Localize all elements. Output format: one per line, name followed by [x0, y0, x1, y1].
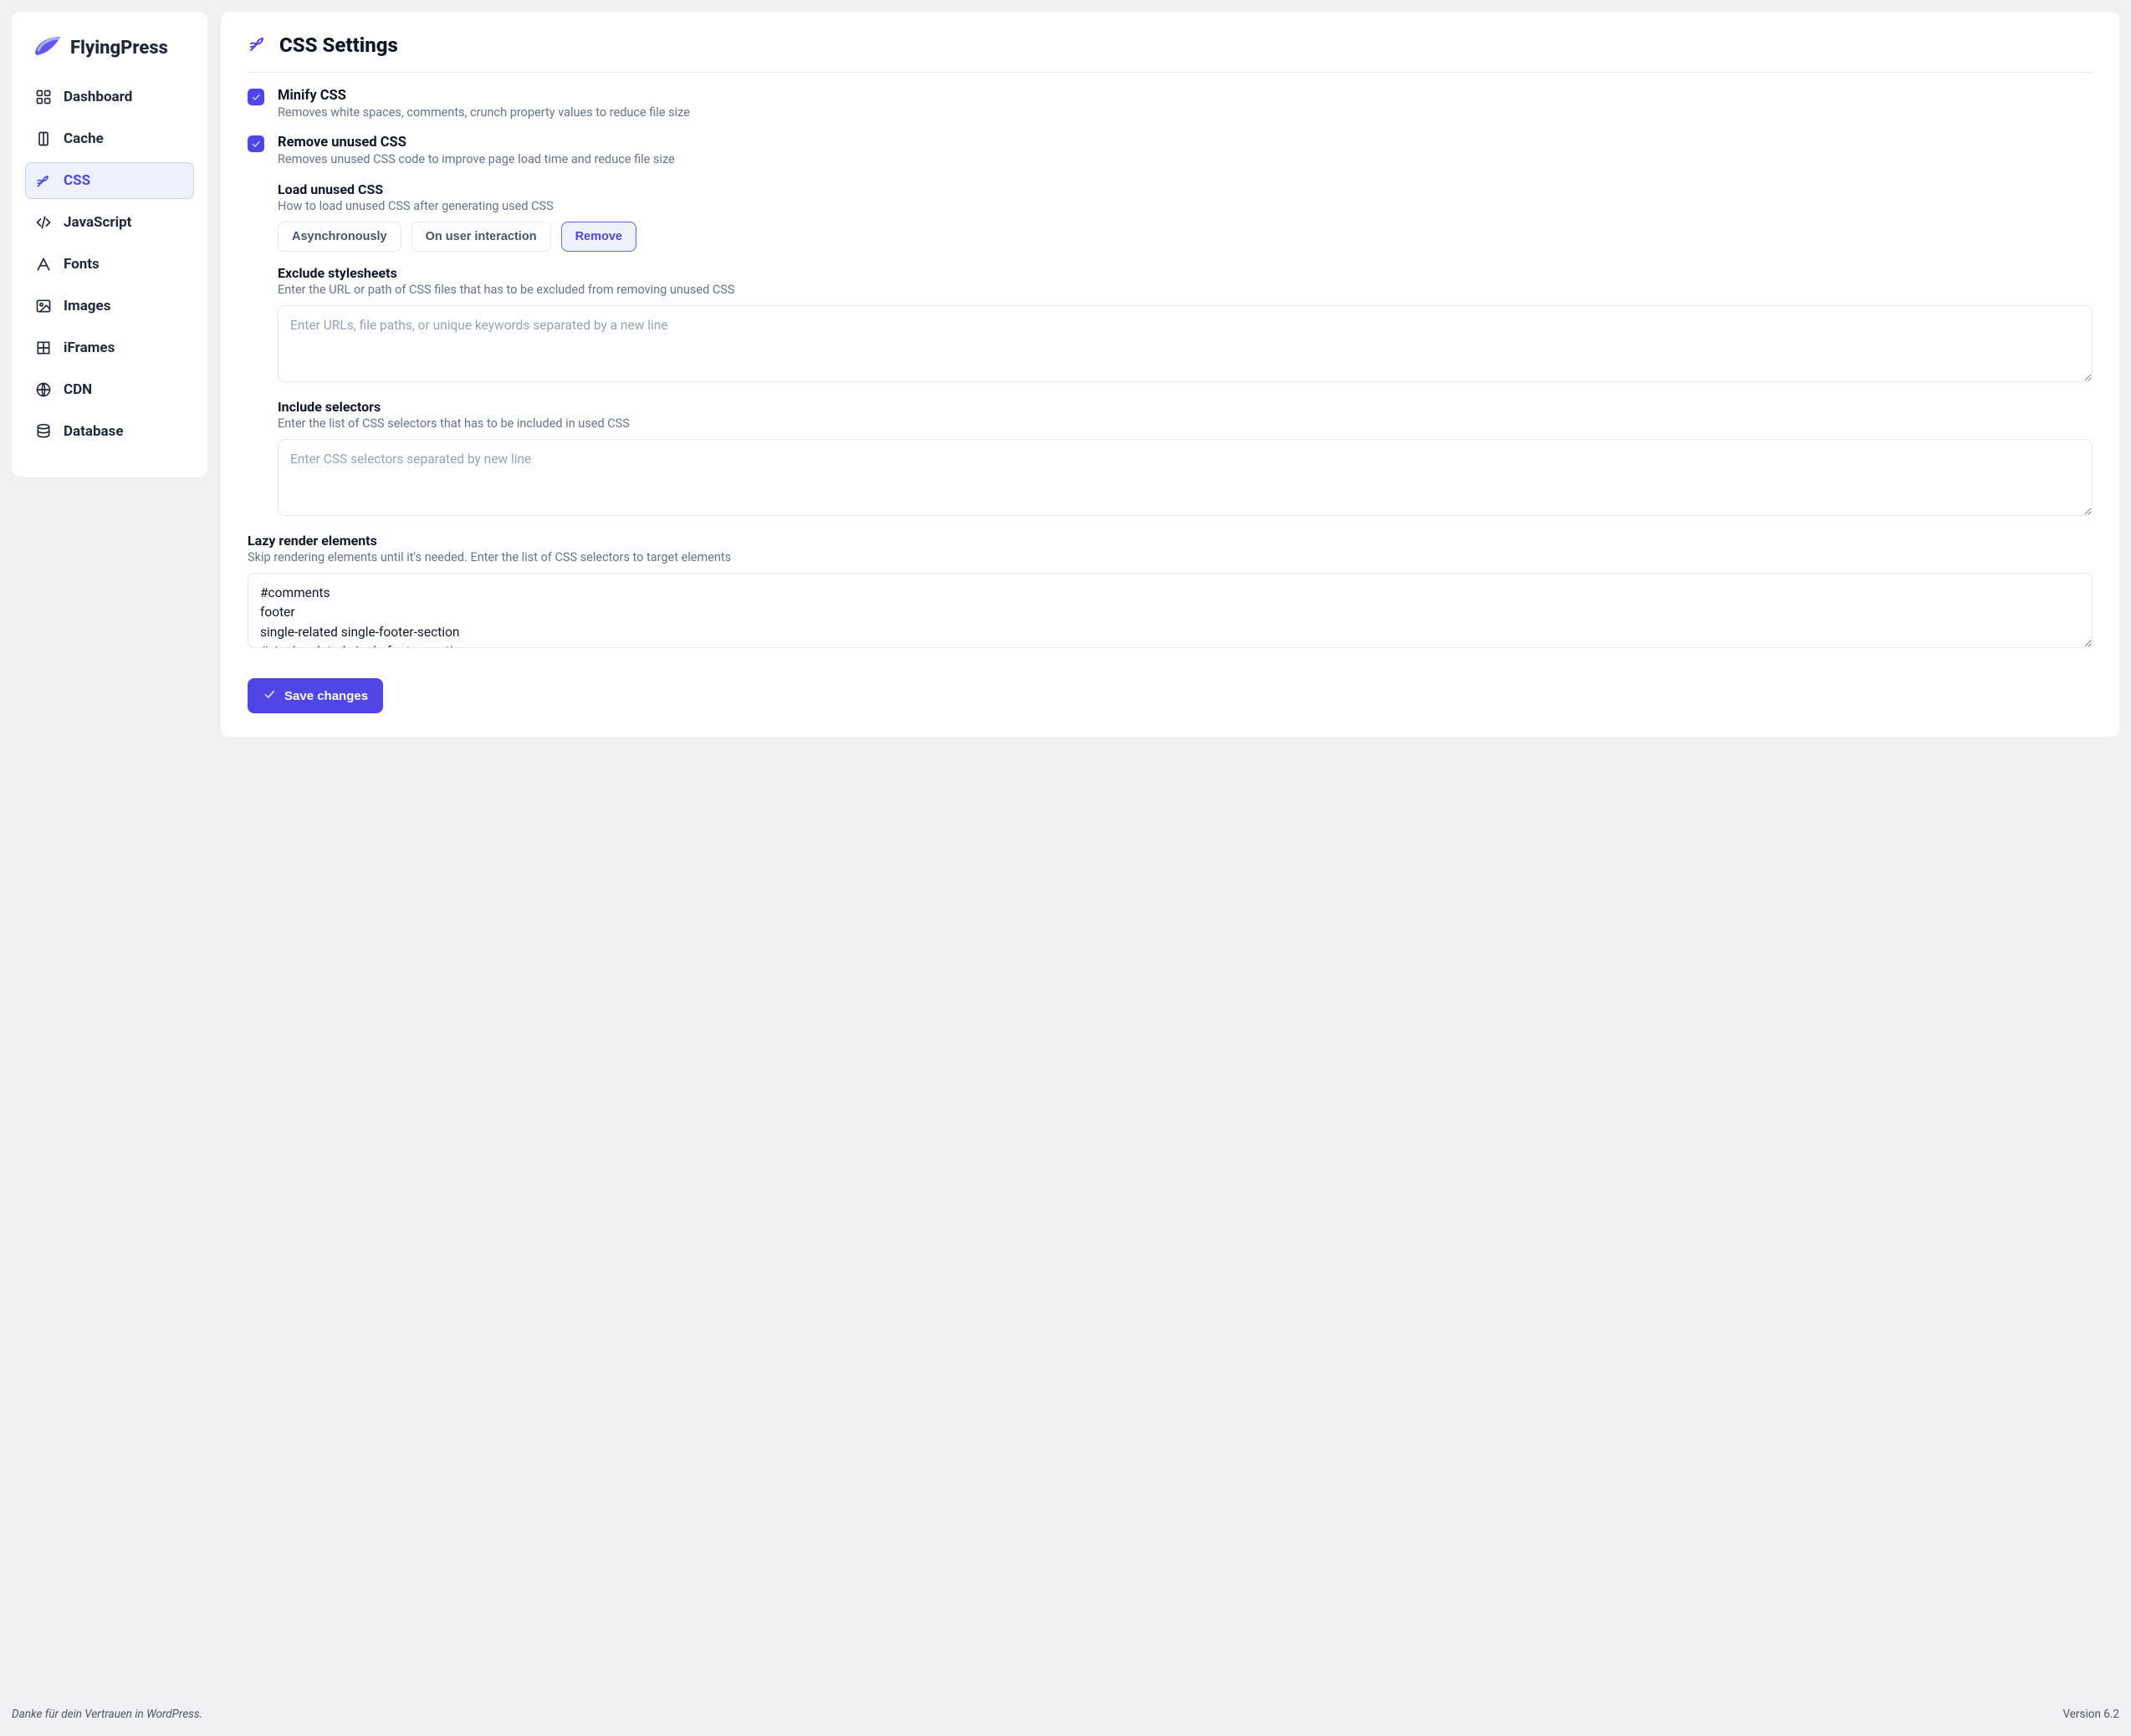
sidebar-item-css[interactable]: CSS: [25, 162, 194, 199]
save-button-label: Save changes: [284, 689, 368, 703]
sidebar-item-label: Images: [64, 298, 110, 314]
include-block: Include selectors Enter the list of CSS …: [278, 399, 2093, 519]
sidebar-item-label: Database: [64, 423, 124, 440]
brand-name: FlyingPress: [70, 38, 168, 59]
load-unused-desc: How to load unused CSS after generating …: [278, 199, 2093, 213]
sidebar-item-database[interactable]: Database: [25, 413, 194, 450]
setting-minify: Minify CSS Removes white spaces, comment…: [248, 88, 2093, 120]
sidebar-item-label: Fonts: [64, 256, 100, 273]
option-asynchronously[interactable]: Asynchronously: [278, 222, 401, 252]
minify-checkbox[interactable]: [248, 89, 264, 105]
sidebar-item-label: Dashboard: [64, 89, 132, 105]
lazy-desc: Skip rendering elements until it's neede…: [248, 550, 2093, 564]
footer: Danke für dein Vertrauen in WordPress. V…: [0, 1696, 2131, 1731]
load-unused-options: Asynchronously On user interaction Remov…: [278, 222, 2093, 252]
js-icon: [35, 214, 52, 231]
footer-version: Version 6.2: [2062, 1708, 2119, 1721]
css-icon: [35, 172, 52, 189]
option-remove[interactable]: Remove: [561, 222, 636, 252]
sidebar-item-label: iFrames: [64, 340, 115, 356]
sidebar-item-fonts[interactable]: Fonts: [25, 246, 194, 283]
exclude-desc: Enter the URL or path of CSS files that …: [278, 283, 2093, 297]
minify-title: Minify CSS: [278, 88, 2093, 104]
footer-thanks: Danke für dein Vertrauen in WordPress.: [12, 1708, 202, 1721]
exclude-textarea[interactable]: [278, 305, 2093, 382]
check-icon: [263, 687, 276, 704]
sidebar-nav: Dashboard Cache CSS JavaScript: [25, 79, 194, 450]
include-textarea[interactable]: [278, 439, 2093, 516]
sidebar-item-label: CSS: [64, 172, 90, 189]
page-title-icon: [248, 33, 268, 57]
remove-unused-checkbox[interactable]: [248, 135, 264, 152]
cache-icon: [35, 130, 52, 147]
page-title: CSS Settings: [279, 33, 398, 57]
lazy-block: Lazy render elements Skip rendering elem…: [248, 533, 2093, 651]
lazy-textarea[interactable]: [248, 573, 2093, 648]
iframes-icon: [35, 340, 52, 356]
load-unused-title: Load unused CSS: [278, 181, 2093, 197]
sidebar-item-cache[interactable]: Cache: [25, 120, 194, 157]
images-icon: [35, 298, 52, 314]
sidebar-item-iframes[interactable]: iFrames: [25, 329, 194, 366]
include-desc: Enter the list of CSS selectors that has…: [278, 416, 2093, 431]
brand: FlyingPress: [25, 32, 194, 79]
main-panel: CSS Settings Minify CSS Removes white sp…: [221, 12, 2119, 737]
database-icon: [35, 423, 52, 440]
sidebar-item-label: Cache: [64, 130, 104, 147]
lazy-title: Lazy render elements: [248, 533, 2093, 549]
load-unused-block: Load unused CSS How to load unused CSS a…: [278, 181, 2093, 252]
sidebar-item-dashboard[interactable]: Dashboard: [25, 79, 194, 115]
save-button[interactable]: Save changes: [248, 678, 383, 713]
dashboard-icon: [35, 89, 52, 105]
sidebar-item-label: CDN: [64, 381, 92, 398]
page-title-row: CSS Settings: [248, 33, 2093, 73]
exclude-title: Exclude stylesheets: [278, 265, 2093, 281]
exclude-block: Exclude stylesheets Enter the URL or pat…: [278, 265, 2093, 385]
setting-remove-unused: Remove unused CSS Removes unused CSS cod…: [248, 135, 2093, 166]
include-title: Include selectors: [278, 399, 2093, 415]
sidebar-item-label: JavaScript: [64, 214, 131, 231]
minify-desc: Removes white spaces, comments, crunch p…: [278, 105, 2093, 120]
remove-unused-title: Remove unused CSS: [278, 135, 2093, 151]
remove-unused-desc: Removes unused CSS code to improve page …: [278, 152, 2093, 166]
sidebar-item-images[interactable]: Images: [25, 288, 194, 324]
sidebar-item-cdn[interactable]: CDN: [25, 371, 194, 408]
fonts-icon: [35, 256, 52, 273]
cdn-icon: [35, 381, 52, 398]
sidebar-item-javascript[interactable]: JavaScript: [25, 204, 194, 241]
sidebar: FlyingPress Dashboard Cache CSS: [12, 12, 207, 477]
option-on-user-interaction[interactable]: On user interaction: [411, 222, 551, 252]
brand-logo-icon: [33, 35, 62, 60]
